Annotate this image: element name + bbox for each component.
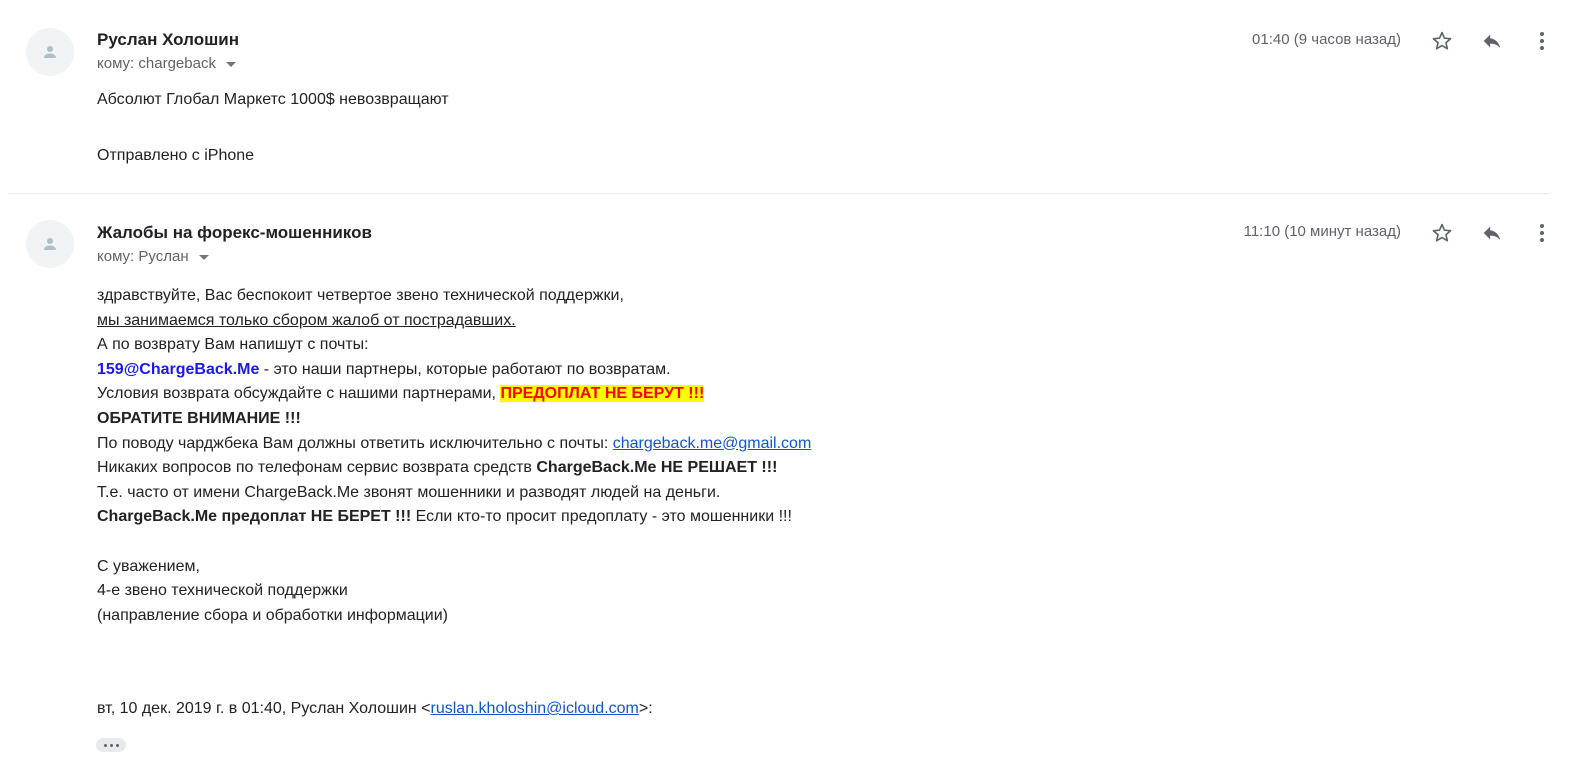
body-line: По поводу чарджбека Вам должны ответить … [97,432,811,457]
body-text: Никаких вопросов по телефонам сервис воз… [97,459,537,477]
email-message-1: Руслан Холошин кому: chargeback 01:40 (9… [0,0,1585,193]
body-text: - это наши партнеры, которые работают по… [259,360,671,378]
star-icon [1432,31,1452,50]
body-line: Т.е. часто от имени ChargeBack.Me звонят… [97,483,721,501]
body-line: 159@ChargeBack.Me - это наши партнеры, к… [97,358,811,383]
signature-line: (направление сбора и обработки информаци… [97,606,448,624]
message-time: 01:40 (9 часов назад) [1252,31,1401,48]
partner-email: 159@ChargeBack.Me [97,360,260,378]
message-divider [8,193,1550,194]
star-button[interactable] [1429,220,1455,246]
attention-heading: ОБРАТИТЕ ВНИМАНИЕ !!! [97,409,301,427]
message-actions [1429,28,1555,54]
chevron-down-icon[interactable] [198,255,209,260]
more-vert-icon [1540,32,1544,50]
reply-button[interactable] [1479,28,1505,54]
message-time: 11:10 (10 минут назад) [1243,223,1401,240]
quote-prefix: вт, 10 дек. 2019 г. в 01:40, Руслан Холо… [97,700,431,717]
person-icon [44,238,56,250]
recipient-label: кому: Руслан [97,248,189,265]
message-body: Абсолют Глобал Маркетс 1000$ невозвращаю… [97,90,449,166]
body-text: Условия возврата обсуждайте с нашими пар… [97,385,501,403]
reply-icon [1483,226,1501,241]
message-actions [1429,220,1555,246]
bold-text: ChargeBack.Me предоплат НЕ БЕРЕТ !!! [97,508,412,526]
body-line: здравствуйте, Вас беспокоит четвертое зв… [97,287,624,304]
body-line-underlined: мы занимаемся только сбором жалоб от пос… [97,311,516,329]
recipient-details[interactable]: кому: chargeback [97,55,236,72]
sender-avatar[interactable] [26,220,74,268]
recipient-label: кому: chargeback [97,55,216,72]
mobile-signature: Отправлено с iPhone [97,147,255,164]
person-icon [44,46,56,58]
body-line: ChargeBack.Me предоплат НЕ БЕРЕТ !!! Есл… [97,505,811,530]
highlighted-warning: ПРЕДОПЛАТ НЕ БЕРУТ !!! [500,385,705,403]
more-button[interactable] [1529,220,1555,246]
more-vert-icon [1540,224,1544,242]
quote-email-link[interactable]: ruslan.kholoshin@icloud.com [431,700,639,717]
show-trimmed-content-button[interactable] [96,738,126,752]
chargeback-email-link[interactable]: chargeback.me@gmail.com [613,435,812,452]
body-line: А по возврату Вам напишут с почты: [97,336,369,354]
quote-suffix: >: [638,700,653,717]
bold-text: ChargeBack.Me НЕ РЕШАЕТ !!! [536,459,778,477]
email-message-2: Жалобы на форекс-мошенников кому: Руслан… [0,196,1585,778]
reply-button[interactable] [1479,220,1505,246]
body-text: Если кто-то просит предоплату - это моше… [411,508,792,526]
star-icon [1432,223,1452,242]
body-line: Абсолют Глобал Маркетс 1000$ невозвращаю… [97,91,449,108]
sender-name[interactable]: Руслан Холошин [97,30,239,50]
more-button[interactable] [1529,28,1555,54]
ellipsis-icon [115,743,119,747]
sender-name[interactable]: Жалобы на форекс-мошенников [97,223,372,243]
recipient-details[interactable]: кому: Руслан [97,248,209,265]
chevron-down-icon[interactable] [225,62,236,67]
signature-line: 4-е звено технической поддержки [97,582,348,600]
body-line: Никаких вопросов по телефонам сервис воз… [97,456,811,481]
body-text: По поводу чарджбека Вам должны ответить … [97,434,613,452]
sender-avatar[interactable] [26,28,74,76]
quote-header: вт, 10 дек. 2019 г. в 01:40, Руслан Холо… [97,700,653,718]
signature-line: С уважением, [97,557,200,575]
ellipsis-icon [103,743,107,747]
ellipsis-icon [109,743,113,747]
reply-icon [1483,34,1501,49]
message-body: здравствуйте, Вас беспокоит четвертое зв… [97,284,811,628]
star-button[interactable] [1429,28,1455,54]
body-line: Условия возврата обсуждайте с нашими пар… [97,382,811,407]
